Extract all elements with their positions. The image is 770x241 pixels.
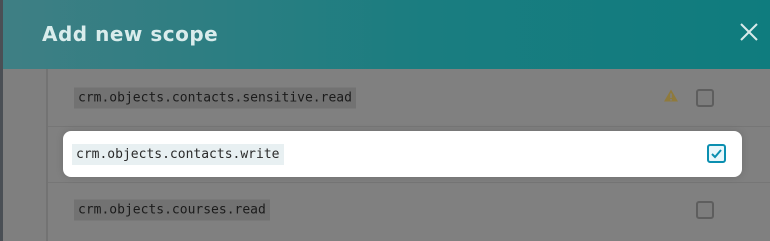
dialog-title: Add new scope [42,22,219,46]
scope-name: crm.objects.contacts.sensitive.read [74,87,356,109]
dialog-header: Add new scope [3,0,770,69]
scope-row[interactable]: crm.objects.courses.read [74,196,714,224]
scope-row[interactable]: crm.objects.contacts.sensitive.read [74,84,714,112]
divider [48,182,770,183]
scope-name: crm.objects.courses.read [74,199,270,221]
scope-row-selected[interactable]: crm.objects.contacts.write [63,131,742,177]
divider [48,126,770,127]
close-icon[interactable] [738,21,760,43]
warning-icon [663,89,679,108]
scope-checkbox[interactable] [696,201,714,219]
scope-name: crm.objects.contacts.write [72,144,284,165]
check-icon [711,149,722,159]
scope-checkbox[interactable] [696,89,714,107]
scope-checkbox-checked[interactable] [707,144,726,163]
